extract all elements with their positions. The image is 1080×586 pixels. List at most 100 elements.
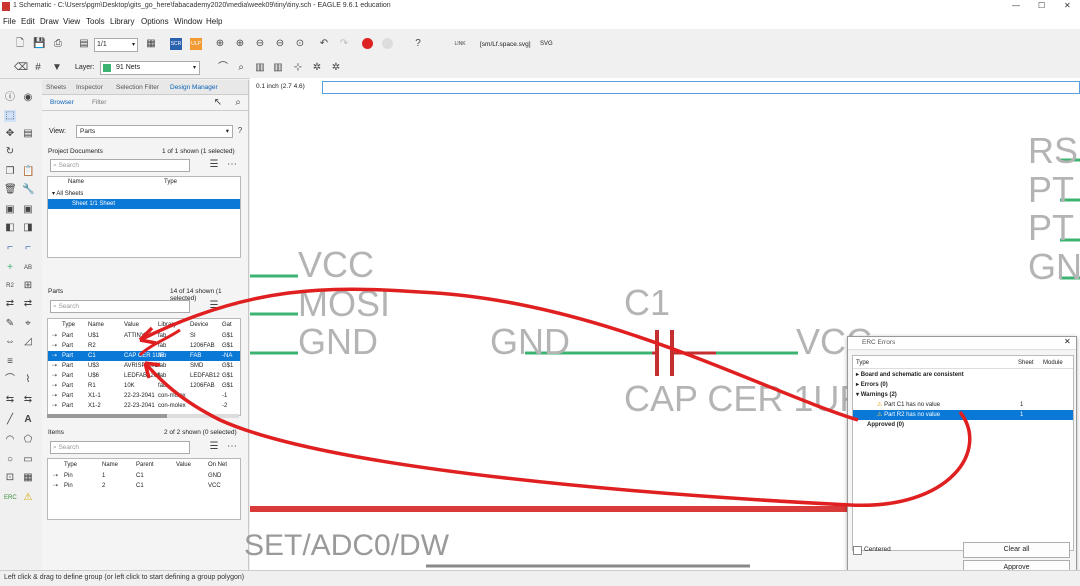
list-options-icon[interactable]: ☰ <box>208 441 220 453</box>
zoom-icon[interactable]: ⌕ <box>235 62 247 74</box>
dimension-icon[interactable]: ▦ <box>22 472 34 484</box>
zoom-out-icon[interactable]: ⊖ <box>254 38 266 50</box>
layer-select[interactable]: 91 Nets ▾ <box>100 61 200 75</box>
mirror-icon[interactable]: ⇔ <box>4 336 16 348</box>
project-search-input[interactable]: ⌕ Search <box>50 159 190 172</box>
erc-row-warning-r2[interactable]: ⚠ Part R2 has no value 1 <box>853 410 1073 420</box>
attribute-icon[interactable]: ⌖ <box>22 318 34 330</box>
group-icon[interactable]: ▤ <box>22 128 34 140</box>
label-icon[interactable]: AB <box>22 262 34 274</box>
pointer-icon[interactable]: ↖ <box>212 97 224 109</box>
grid-icon[interactable]: # <box>32 62 44 74</box>
name-icon[interactable]: R2 <box>4 280 16 292</box>
eye-icon[interactable]: ◉ <box>22 92 34 104</box>
items-row[interactable]: ⇢ Pin 1 C1 GND <box>48 471 240 481</box>
tool3-icon[interactable]: ⊹ <box>292 62 304 74</box>
items-row[interactable]: ⇢ Pin 2 C1 VCC <box>48 481 240 491</box>
menu-tools[interactable]: Tools <box>86 17 105 26</box>
maximize-button[interactable]: ☐ <box>1038 1 1045 10</box>
help-circle-icon[interactable]: ? <box>234 125 246 137</box>
erc-row-errors[interactable]: ▸ Errors (0) <box>853 380 888 390</box>
tool2-icon[interactable]: ▥ <box>272 62 284 74</box>
erc-row-warnings[interactable]: ▾ Warnings (2) <box>853 390 897 400</box>
frame-icon[interactable]: ⊡ <box>4 472 16 484</box>
help-icon[interactable]: ? <box>412 38 424 50</box>
warning-icon[interactable]: ⚠ <box>22 492 34 504</box>
copy-icon[interactable]: ❐ <box>4 166 16 178</box>
filter-icon[interactable]: ▼ <box>51 62 63 74</box>
svg-label[interactable]: SVG <box>540 41 553 47</box>
split2-icon[interactable]: ◨ <box>22 222 34 234</box>
split4-icon[interactable]: ⇆ <box>22 394 34 406</box>
rect-icon[interactable]: ▭ <box>22 454 34 466</box>
save-icon[interactable]: 💾 <box>33 38 45 50</box>
move-icon[interactable]: ✥ <box>4 128 16 140</box>
polygon-icon[interactable]: ⬠ <box>22 434 34 446</box>
parts-row[interactable]: ⇢ Part R1 10K fab 1206FAB G$1 <box>48 381 240 391</box>
select-icon[interactable]: ⬚ <box>4 110 16 122</box>
miter-icon[interactable]: ◿ <box>22 336 34 348</box>
wire-icon[interactable]: ⌇ <box>22 374 34 386</box>
menu-window[interactable]: Window <box>174 17 202 26</box>
zoom-fit-icon[interactable]: ⊕ <box>214 38 226 50</box>
erc-row-consistent[interactable]: ▸ Board and schematic are consistent <box>853 370 964 380</box>
smash-icon[interactable]: ✎ <box>4 318 16 330</box>
zoom-redraw-icon[interactable]: ⊖ <box>274 38 286 50</box>
pinswap-icon[interactable]: ⇄ <box>4 298 16 310</box>
curve-icon[interactable]: ⌒ <box>217 62 229 74</box>
text-icon[interactable]: A <box>22 414 34 426</box>
calculator-icon[interactable]: ▦ <box>145 38 157 50</box>
bug-icon[interactable]: ✲ <box>311 62 323 74</box>
menu-library[interactable]: Library <box>110 17 134 26</box>
search-panel-icon[interactable]: ⌕ <box>232 97 244 109</box>
tab-browser[interactable]: Browser <box>50 99 74 106</box>
centered-checkbox[interactable] <box>853 546 862 555</box>
new-icon[interactable]: 🗋 <box>14 38 26 50</box>
menu-view[interactable]: View <box>63 17 80 26</box>
circle-icon[interactable]: ○ <box>4 454 16 466</box>
split3-icon[interactable]: ⇆ <box>4 394 16 406</box>
bug2-icon[interactable]: ✲ <box>330 62 342 74</box>
undo-icon[interactable]: ↶ <box>318 38 330 50</box>
stop-icon[interactable] <box>362 38 373 49</box>
split-icon[interactable]: ◧ <box>4 222 16 234</box>
replace-icon[interactable]: ▣ <box>4 204 16 216</box>
parts-row[interactable]: ⇢ Part U$3 AVRISPSMD fab SMD G$1 <box>48 361 240 371</box>
ulp-icon[interactable]: ULP <box>190 38 202 50</box>
erc-row-warning-c1[interactable]: ⚠ Part C1 has no value 1 <box>853 400 1073 410</box>
gateswap-icon[interactable]: ⇄ <box>22 298 34 310</box>
tab-inspector[interactable]: Inspector <box>76 84 103 91</box>
menu-help[interactable]: Help <box>206 17 222 26</box>
print-icon[interactable]: ⎙ <box>52 38 64 50</box>
go-icon[interactable] <box>382 38 393 49</box>
tool-icon[interactable]: ▥ <box>254 62 266 74</box>
view-select[interactable]: Parts ▾ <box>76 125 233 138</box>
paste-icon[interactable]: 📋 <box>22 166 34 178</box>
tab-filter[interactable]: Filter <box>92 99 106 106</box>
wrench-icon[interactable]: 🔧 <box>22 184 34 196</box>
zoom-select-icon[interactable]: ⊙ <box>294 38 306 50</box>
rotate-icon[interactable]: ↻ <box>4 146 16 158</box>
info-icon[interactable]: ⓘ <box>4 92 16 104</box>
items-search-input[interactable]: ⌕ Search <box>50 441 190 454</box>
menu-edit[interactable]: Edit <box>21 17 35 26</box>
menu-draw[interactable]: Draw <box>40 17 59 26</box>
more-icon[interactable]: ⋯ <box>226 300 238 312</box>
close-icon[interactable]: ✕ <box>1064 337 1071 346</box>
line-icon[interactable]: ╱ <box>4 414 16 426</box>
parts-row[interactable]: ⇢ Part X1-1 22-23-2041 con-molex -1 <box>48 391 240 401</box>
value-icon[interactable]: ⊞ <box>22 280 34 292</box>
net-icon[interactable]: ⌐ <box>4 242 16 254</box>
tree-item-sheet[interactable]: Sheet 1/1 Sheet <box>48 199 240 209</box>
menu-file[interactable]: File <box>3 17 16 26</box>
tab-selection-filter[interactable]: Selection Filter <box>116 84 159 91</box>
list-options-icon[interactable]: ☰ <box>208 300 220 312</box>
redo-icon[interactable]: ↷ <box>338 38 350 50</box>
parts-row[interactable]: ⇢ Part U$6 LEDFAB1206 fab LEDFAB12 G$1 <box>48 371 240 381</box>
erc-row-approved[interactable]: Approved (0) <box>853 420 904 430</box>
junction-icon[interactable]: + <box>4 262 16 274</box>
gate-icon[interactable]: ▣ <box>22 204 34 216</box>
parts-row[interactable]: ⇢ Part U$1 ATTINY44 fab SI G$1 <box>48 331 240 341</box>
close-button[interactable]: ✕ <box>1064 1 1071 10</box>
arc2-icon[interactable]: ◠ <box>4 434 16 446</box>
